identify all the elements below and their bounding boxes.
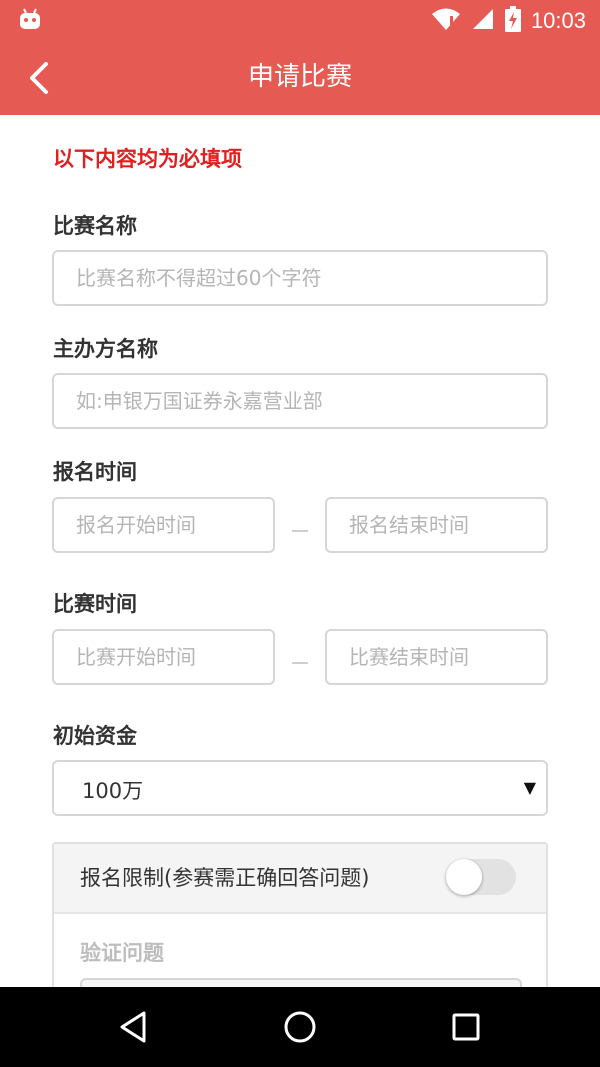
signup-limit-header: 报名限制(参赛需正确回答问题) bbox=[54, 844, 546, 914]
home-circle-icon bbox=[284, 1011, 316, 1043]
nav-home-button[interactable] bbox=[280, 1007, 320, 1047]
wifi-icon bbox=[431, 7, 461, 35]
signup-end-input[interactable] bbox=[325, 497, 548, 553]
system-nav-bar bbox=[0, 987, 600, 1067]
contest-time-label: 比赛时间 bbox=[53, 592, 137, 616]
verify-question-label: 验证问题 bbox=[80, 941, 164, 965]
initial-fund-value: 100万 bbox=[82, 779, 144, 803]
toggle-knob bbox=[446, 859, 482, 895]
app-bar: 申请比赛 bbox=[0, 40, 600, 115]
status-time: 10:03 bbox=[530, 8, 586, 33]
form-content[interactable]: 以下内容均为必填项 比赛名称 主办方名称 报名时间 比赛时间 初始资金 100万… bbox=[0, 115, 600, 987]
initial-fund-select[interactable]: 100万 ▼ bbox=[52, 760, 548, 816]
signup-limit-title: 报名限制(参赛需正确回答问题) bbox=[80, 866, 370, 890]
contest-name-input[interactable] bbox=[52, 250, 548, 306]
contest-name-label: 比赛名称 bbox=[53, 214, 137, 238]
required-note: 以下内容均为必填项 bbox=[53, 147, 242, 171]
signup-time-label: 报名时间 bbox=[53, 460, 137, 484]
contest-start-input[interactable] bbox=[52, 629, 275, 685]
signup-limit-toggle[interactable] bbox=[446, 859, 516, 895]
back-triangle-icon bbox=[120, 1011, 146, 1043]
signup-start-input[interactable] bbox=[52, 497, 275, 553]
status-bar: 10:03 bbox=[0, 0, 600, 40]
recents-square-icon bbox=[452, 1013, 480, 1041]
signal-icon bbox=[471, 7, 495, 35]
organizer-label: 主办方名称 bbox=[53, 337, 158, 361]
organizer-input[interactable] bbox=[52, 373, 548, 429]
android-debug-icon bbox=[18, 8, 42, 34]
signup-limit-panel: 报名限制(参赛需正确回答问题) 验证问题 bbox=[52, 842, 548, 987]
chevron-left-icon bbox=[30, 62, 48, 94]
nav-recents-button[interactable] bbox=[446, 1007, 486, 1047]
battery-charging-icon bbox=[504, 6, 521, 36]
back-button[interactable] bbox=[22, 58, 62, 98]
initial-fund-label: 初始资金 bbox=[53, 724, 137, 748]
dropdown-arrow-icon: ▼ bbox=[523, 778, 536, 797]
signup-time-separator bbox=[292, 530, 308, 532]
page-title: 申请比赛 bbox=[247, 62, 352, 92]
contest-time-separator bbox=[292, 662, 308, 664]
verify-question-input bbox=[80, 978, 522, 987]
nav-back-button[interactable] bbox=[114, 1007, 154, 1047]
contest-end-input[interactable] bbox=[325, 629, 548, 685]
